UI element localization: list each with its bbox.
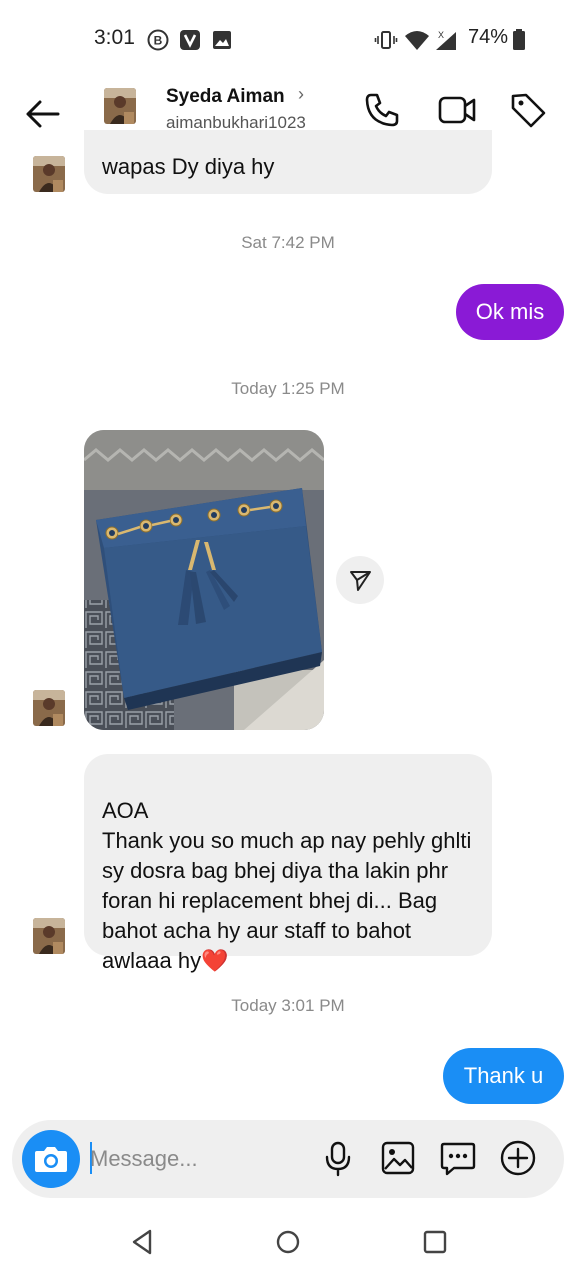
nav-recents-icon[interactable] <box>420 1227 450 1257</box>
battery-icon <box>513 29 525 50</box>
message-text: wapas Dy diya hy <box>102 154 275 179</box>
phone-icon[interactable] <box>362 90 402 130</box>
share-button[interactable] <box>336 556 384 604</box>
microphone-icon[interactable] <box>318 1138 358 1178</box>
plus-circle-icon[interactable] <box>498 1138 538 1178</box>
back-arrow-icon[interactable] <box>22 94 62 134</box>
status-bar: 3:01 B X 74% <box>0 0 576 78</box>
camera-button[interactable] <box>22 1130 80 1188</box>
chevron-right-icon[interactable]: › <box>298 84 304 105</box>
avatar[interactable] <box>33 156 65 192</box>
signal-icon: X <box>436 30 456 50</box>
nav-back-icon[interactable] <box>128 1227 158 1257</box>
message-bubble-incoming[interactable]: wapas Dy diya hy <box>84 130 492 194</box>
gallery-notification-icon <box>213 31 231 49</box>
avatar[interactable] <box>104 88 136 124</box>
status-time: 3:01 <box>94 26 135 49</box>
wifi-icon <box>405 31 429 50</box>
message-bubble-incoming[interactable]: AOA Thank you so much ap nay pehly ghlti… <box>84 754 492 973</box>
message-input[interactable] <box>90 1138 310 1180</box>
timestamp: Today 3:01 PM <box>231 996 345 1015</box>
svg-text:B: B <box>154 34 163 48</box>
contact-name[interactable]: Syeda Aiman <box>166 86 285 108</box>
message-bubble-outgoing[interactable]: Ok mis <box>456 284 564 340</box>
timestamp: Today 1:25 PM <box>231 379 345 398</box>
send-paper-plane-icon <box>350 571 371 591</box>
nav-home-icon[interactable] <box>273 1227 303 1257</box>
svg-text:X: X <box>438 30 444 40</box>
camera-icon <box>35 1147 67 1172</box>
photo-message-bag[interactable] <box>84 430 324 730</box>
message-composer <box>12 1120 564 1198</box>
video-camera-icon[interactable] <box>437 90 477 130</box>
tag-icon[interactable] <box>508 90 548 130</box>
avatar[interactable] <box>33 690 65 726</box>
system-navigation-bar <box>0 1205 576 1280</box>
timestamp: Sat 7:42 PM <box>241 233 335 252</box>
sticker-chat-icon[interactable] <box>438 1138 478 1178</box>
message-bubble-outgoing[interactable]: Thank u <box>443 1048 564 1104</box>
message-text: Thank u <box>463 1063 544 1088</box>
avatar[interactable] <box>33 918 65 954</box>
vibrate-icon <box>374 31 398 49</box>
message-text: Ok mis <box>475 299 545 324</box>
message-text: AOA Thank you so much ap nay pehly ghlti… <box>102 798 472 973</box>
v-app-icon <box>180 30 200 50</box>
image-icon[interactable] <box>378 1138 418 1178</box>
battery-percent: 74% <box>468 26 509 48</box>
b-badge-icon: B <box>147 29 169 51</box>
